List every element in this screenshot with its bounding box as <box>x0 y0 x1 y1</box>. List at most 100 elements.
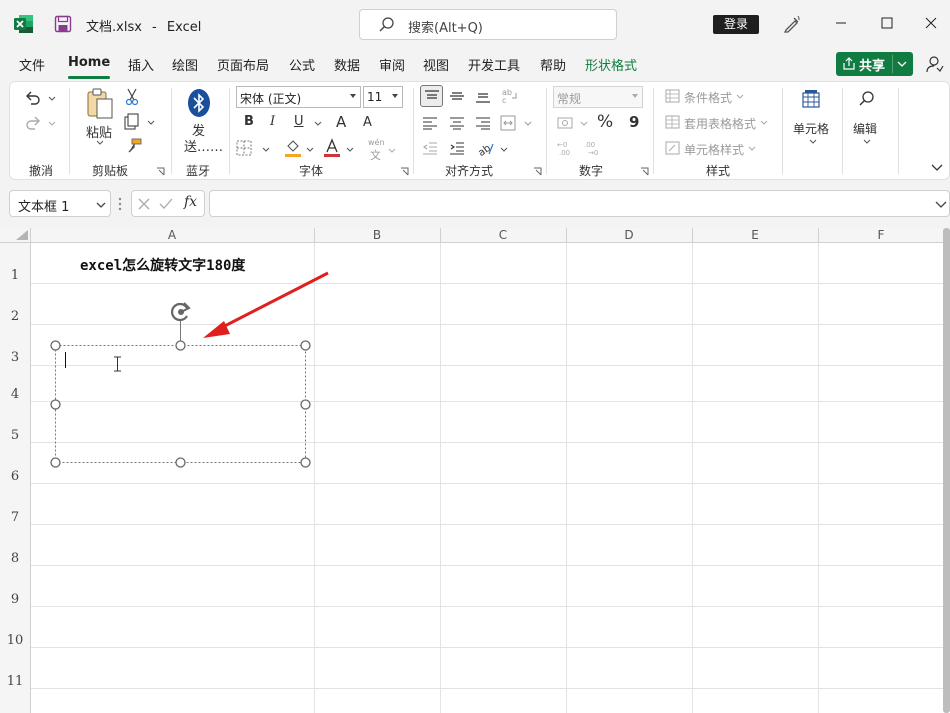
wrap-text-icon[interactable]: abc <box>502 87 518 104</box>
expand-formula-chevron-icon[interactable] <box>935 201 947 208</box>
cell-style-icon[interactable] <box>665 141 680 155</box>
redo-icon[interactable] <box>23 113 43 133</box>
currency-dropdown-icon[interactable] <box>580 121 588 126</box>
cells-dropdown-icon[interactable] <box>809 139 817 144</box>
align-center-icon[interactable] <box>450 117 464 130</box>
more-options-icon[interactable] <box>118 197 122 211</box>
table-format-label[interactable]: 套用表格格式 <box>684 115 756 132</box>
fill-color-icon[interactable] <box>284 138 302 158</box>
insert-function-button[interactable]: fx <box>184 194 197 210</box>
worksheet-grid[interactable]: A B C D E F 1 2 3 4 5 6 7 8 9 10 11 exce… <box>0 228 950 713</box>
conditional-format-dropdown-icon[interactable] <box>736 94 744 99</box>
chevron-down-icon[interactable] <box>96 202 106 208</box>
login-button[interactable]: 登录 <box>713 15 759 34</box>
increase-indent-icon[interactable] <box>450 142 464 155</box>
shrink-font-button[interactable]: A <box>363 115 372 130</box>
tab-view[interactable]: 视图 <box>423 55 449 74</box>
copy-icon[interactable] <box>124 113 140 131</box>
tab-file[interactable]: 文件 <box>19 55 45 74</box>
minimize-icon[interactable] <box>830 12 852 34</box>
ribbon-collapse-chevron-icon[interactable] <box>931 164 943 172</box>
grow-font-button[interactable]: A <box>336 113 346 131</box>
tab-developer[interactable]: 开发工具 <box>468 55 520 74</box>
align-bottom-icon[interactable] <box>476 90 490 103</box>
underline-dropdown-icon[interactable] <box>314 121 322 126</box>
table-format-dropdown-icon[interactable] <box>760 120 768 125</box>
conditional-format-label[interactable]: 条件格式 <box>684 89 732 106</box>
comma-style-button[interactable]: 9 <box>629 113 639 131</box>
editing-dropdown-icon[interactable] <box>863 139 871 144</box>
fill-color-dropdown-icon[interactable] <box>306 147 314 152</box>
borders-icon[interactable] <box>236 140 252 156</box>
name-box[interactable]: 文本框 1 <box>9 190 111 217</box>
undo-dropdown-icon[interactable] <box>48 96 56 101</box>
formula-input[interactable] <box>209 190 950 217</box>
paste-icon[interactable] <box>85 88 115 120</box>
tab-draw[interactable]: 绘图 <box>172 55 198 74</box>
align-middle-icon[interactable] <box>450 90 464 103</box>
paste-dropdown-icon[interactable] <box>96 140 104 145</box>
cancel-icon[interactable] <box>138 198 150 210</box>
conditional-format-icon[interactable] <box>665 89 680 103</box>
borders-dropdown-icon[interactable] <box>262 147 270 152</box>
cut-icon[interactable] <box>124 88 140 106</box>
percent-button[interactable]: % <box>597 112 613 132</box>
cells-icon[interactable] <box>802 90 820 108</box>
save-icon[interactable] <box>54 15 72 33</box>
font-color-icon[interactable] <box>323 138 341 158</box>
vertical-scrollbar[interactable] <box>943 228 950 713</box>
tab-review[interactable]: 审阅 <box>379 55 405 74</box>
cells-label[interactable]: 单元格 <box>793 120 829 137</box>
send-label-line2[interactable]: 送…… <box>184 136 223 155</box>
orientation-dropdown-icon[interactable] <box>500 147 508 152</box>
redo-dropdown-icon[interactable] <box>48 121 56 126</box>
phonetic-dropdown-icon[interactable] <box>388 148 396 153</box>
tab-formulas[interactable]: 公式 <box>289 55 315 74</box>
align-top-button[interactable] <box>420 85 443 107</box>
undo-icon[interactable] <box>23 88 43 108</box>
merge-cells-icon[interactable] <box>500 115 516 131</box>
bold-button[interactable]: B <box>244 114 254 129</box>
decrease-indent-icon[interactable] <box>423 142 437 155</box>
share-button[interactable]: 共享 <box>836 52 913 76</box>
decrease-decimal-icon[interactable]: .00→0 <box>584 140 602 156</box>
cell-style-dropdown-icon[interactable] <box>748 146 756 151</box>
bluetooth-icon[interactable] <box>187 88 211 118</box>
designer-pen-icon[interactable] <box>782 14 802 34</box>
text-box-shape[interactable] <box>0 228 950 713</box>
table-format-icon[interactable] <box>665 115 680 129</box>
alignment-launcher-icon[interactable] <box>533 167 542 176</box>
phonetic-pinyin[interactable]: wén <box>368 138 385 147</box>
tab-shape-format[interactable]: 形状格式 <box>585 55 637 74</box>
orientation-icon[interactable]: ab <box>477 140 495 156</box>
currency-format-icon[interactable] <box>557 116 575 130</box>
font-name-select[interactable]: 宋体 (正文) <box>236 86 361 108</box>
cell-style-label[interactable]: 单元格样式 <box>684 141 744 158</box>
tab-home[interactable]: Home <box>68 55 110 70</box>
increase-decimal-icon[interactable]: ←0.00 <box>557 140 575 156</box>
phonetic-char[interactable]: 文 <box>370 147 381 163</box>
tab-help[interactable]: 帮助 <box>540 55 566 74</box>
clipboard-launcher-icon[interactable] <box>156 167 165 176</box>
close-icon[interactable] <box>920 12 942 34</box>
number-launcher-icon[interactable] <box>640 167 649 176</box>
find-icon[interactable] <box>858 90 876 108</box>
font-size-select[interactable]: 11 <box>363 86 403 108</box>
underline-button[interactable]: U <box>294 114 304 129</box>
italic-button[interactable]: I <box>270 114 275 129</box>
font-launcher-icon[interactable] <box>400 167 409 176</box>
paste-label[interactable]: 粘贴 <box>86 122 112 141</box>
align-left-icon[interactable] <box>423 117 437 130</box>
enter-check-icon[interactable] <box>159 198 173 210</box>
comments-icon[interactable] <box>926 55 944 73</box>
search-box[interactable]: 搜索(Alt+Q) <box>359 9 617 40</box>
tab-insert[interactable]: 插入 <box>128 55 154 74</box>
merge-dropdown-icon[interactable] <box>524 121 532 126</box>
maximize-icon[interactable] <box>876 12 898 34</box>
number-format-select[interactable]: 常规 <box>553 86 643 108</box>
editing-label[interactable]: 编辑 <box>853 120 877 137</box>
tab-page-layout[interactable]: 页面布局 <box>217 55 269 74</box>
copy-dropdown-icon[interactable] <box>147 120 155 125</box>
align-right-icon[interactable] <box>476 117 490 130</box>
font-color-dropdown-icon[interactable] <box>346 147 354 152</box>
